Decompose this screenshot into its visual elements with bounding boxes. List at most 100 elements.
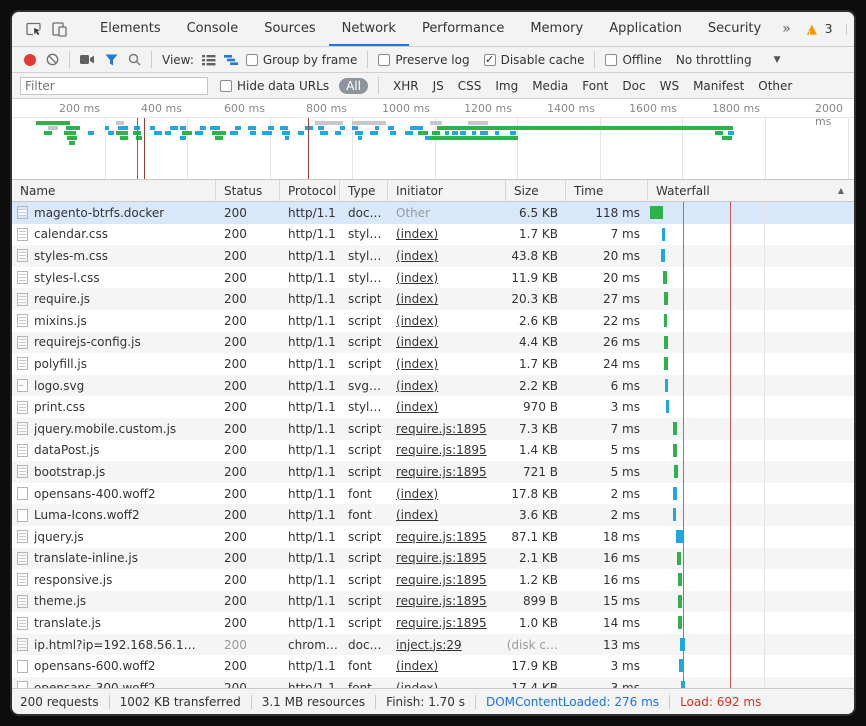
tab-application[interactable]: Application <box>596 12 695 46</box>
initiator-cell[interactable]: (index) <box>388 375 506 397</box>
more-tabs-button[interactable]: » <box>774 12 799 46</box>
initiator-link[interactable]: require.js:1895 <box>396 573 487 587</box>
initiator-link[interactable]: require.js:1895 <box>396 422 487 436</box>
initiator-cell[interactable]: (index) <box>388 483 506 505</box>
initiator-cell[interactable]: (index) <box>388 224 506 246</box>
table-row[interactable]: ip.html?ip=192.168.56.1…200chrom…doc…inj… <box>12 634 854 656</box>
filter-type-ws[interactable]: WS <box>660 79 679 93</box>
filter-type-manifest[interactable]: Manifest <box>693 79 744 93</box>
initiator-link[interactable]: require.js:1895 <box>396 594 487 608</box>
initiator-link[interactable]: (index) <box>396 249 438 263</box>
column-header-size[interactable]: Size <box>506 180 566 202</box>
table-row[interactable]: translate-inline.js200http/1.1scriptrequ… <box>12 548 854 570</box>
table-row[interactable]: requirejs-config.js200http/1.1script(ind… <box>12 332 854 354</box>
initiator-cell[interactable]: inject.js:29 <box>388 634 506 656</box>
initiator-cell[interactable]: require.js:1895 <box>388 569 506 591</box>
tab-performance[interactable]: Performance <box>409 12 517 46</box>
table-row[interactable]: calendar.css200http/1.1styl…(index)1.7 K… <box>12 224 854 246</box>
tab-console[interactable]: Console <box>174 12 252 46</box>
filter-type-img[interactable]: Img <box>495 79 518 93</box>
filter-type-all[interactable]: All <box>339 78 368 94</box>
initiator-cell[interactable]: (index) <box>388 310 506 332</box>
table-row[interactable]: jquery.js200http/1.1scriptrequire.js:189… <box>12 526 854 548</box>
tab-memory[interactable]: Memory <box>517 12 596 46</box>
column-header-name[interactable]: Name <box>12 180 216 202</box>
initiator-link[interactable]: (index) <box>396 292 438 306</box>
table-row[interactable]: opensans-300.woff2200http/1.1font(index)… <box>12 677 854 688</box>
table-row[interactable]: opensans-400.woff2200http/1.1font(index)… <box>12 483 854 505</box>
initiator-link[interactable]: require.js:1895 <box>396 443 487 457</box>
initiator-link[interactable]: (index) <box>396 271 438 285</box>
initiator-link[interactable]: require.js:1895 <box>396 465 487 479</box>
clear-network-log-icon[interactable] <box>46 53 59 66</box>
tab-elements[interactable]: Elements <box>87 12 174 46</box>
column-header-waterfall[interactable]: Waterfall▲ <box>648 180 854 202</box>
initiator-cell[interactable]: (index) <box>388 504 506 526</box>
initiator-cell[interactable]: require.js:1895 <box>388 440 506 462</box>
table-row[interactable]: mixins.js200http/1.1script(index)2.6 KB2… <box>12 310 854 332</box>
initiator-cell[interactable]: require.js:1895 <box>388 461 506 483</box>
filter-type-font[interactable]: Font <box>582 79 608 93</box>
device-toolbar-icon[interactable] <box>52 22 67 37</box>
column-header-status[interactable]: Status <box>216 180 280 202</box>
initiator-link[interactable]: (index) <box>396 227 438 241</box>
table-row[interactable]: polyfill.js200http/1.1script(index)1.7 K… <box>12 353 854 375</box>
list-view-icon[interactable] <box>202 54 216 66</box>
filter-icon[interactable] <box>105 54 118 66</box>
initiator-cell[interactable]: require.js:1895 <box>388 548 506 570</box>
filter-type-doc[interactable]: Doc <box>622 79 645 93</box>
initiator-cell[interactable]: require.js:1895 <box>388 612 506 634</box>
table-row[interactable]: require.js200http/1.1script(index)20.3 K… <box>12 288 854 310</box>
column-header-time[interactable]: Time <box>566 180 648 202</box>
record-network-log-button[interactable] <box>24 54 36 66</box>
tab-security[interactable]: Security <box>695 12 774 46</box>
table-row[interactable]: opensans-600.woff2200http/1.1font(index)… <box>12 655 854 677</box>
table-row[interactable]: styles-l.css200http/1.1styl…(index)11.9 … <box>12 267 854 289</box>
hide-data-urls-checkbox[interactable]: Hide data URLs <box>220 79 329 93</box>
initiator-cell[interactable]: (index) <box>388 245 506 267</box>
filter-type-xhr[interactable]: XHR <box>393 79 419 93</box>
initiator-cell[interactable]: require.js:1895 <box>388 526 506 548</box>
initiator-cell[interactable]: (index) <box>388 332 506 354</box>
search-icon[interactable] <box>128 53 141 66</box>
table-row[interactable]: print.css200http/1.1styl…(index)970 B3 m… <box>12 396 854 418</box>
table-row[interactable]: magento-btrfs.docker200http/1.1doc…Other… <box>12 202 854 224</box>
initiator-link[interactable]: (index) <box>396 681 438 688</box>
initiator-cell[interactable]: require.js:1895 <box>388 591 506 613</box>
table-row[interactable]: Luma-Icons.woff2200http/1.1font(index)3.… <box>12 504 854 526</box>
initiator-cell[interactable]: (index) <box>388 677 506 688</box>
initiator-cell[interactable]: (index) <box>388 353 506 375</box>
initiator-link[interactable]: (index) <box>396 335 438 349</box>
preserve-log-checkbox[interactable]: Preserve log <box>378 53 469 67</box>
initiator-cell[interactable]: (index) <box>388 288 506 310</box>
devtools-menu-icon[interactable]: ⋮ <box>853 20 854 39</box>
initiator-link[interactable]: require.js:1895 <box>396 551 487 565</box>
initiator-link[interactable]: (index) <box>396 379 438 393</box>
filter-input[interactable] <box>20 77 208 95</box>
filter-type-media[interactable]: Media <box>532 79 568 93</box>
inspect-element-icon[interactable] <box>26 22 42 37</box>
initiator-link[interactable]: (index) <box>396 508 438 522</box>
console-warnings-badge[interactable]: ▲ ! 3 <box>799 22 841 37</box>
initiator-link[interactable]: (index) <box>396 400 438 414</box>
table-row[interactable]: styles-m.css200http/1.1styl…(index)43.8 … <box>12 245 854 267</box>
initiator-cell[interactable]: (index) <box>388 267 506 289</box>
disable-cache-checkbox[interactable]: ✓Disable cache <box>484 53 585 67</box>
column-header-type[interactable]: Type <box>340 180 388 202</box>
initiator-link[interactable]: inject.js:29 <box>396 638 462 652</box>
group-by-frame-checkbox[interactable]: Group by frame <box>246 53 357 67</box>
filter-type-css[interactable]: CSS <box>458 79 482 93</box>
waterfall-view-icon[interactable] <box>224 54 238 66</box>
initiator-link[interactable]: require.js:1895 <box>396 616 487 630</box>
table-row[interactable]: jquery.mobile.custom.js200http/1.1script… <box>12 418 854 440</box>
initiator-cell[interactable]: (index) <box>388 396 506 418</box>
column-header-initiator[interactable]: Initiator <box>388 180 506 202</box>
table-row[interactable]: logo.svg200http/1.1svg…(index)2.2 KB6 ms <box>12 375 854 397</box>
initiator-cell[interactable]: (index) <box>388 655 506 677</box>
initiator-cell[interactable]: require.js:1895 <box>388 418 506 440</box>
offline-checkbox[interactable]: Offline <box>605 53 661 67</box>
initiator-link[interactable]: (index) <box>396 314 438 328</box>
column-header-protocol[interactable]: Protocol <box>280 180 340 202</box>
initiator-link[interactable]: require.js:1895 <box>396 530 487 544</box>
filter-type-js[interactable]: JS <box>433 79 444 93</box>
